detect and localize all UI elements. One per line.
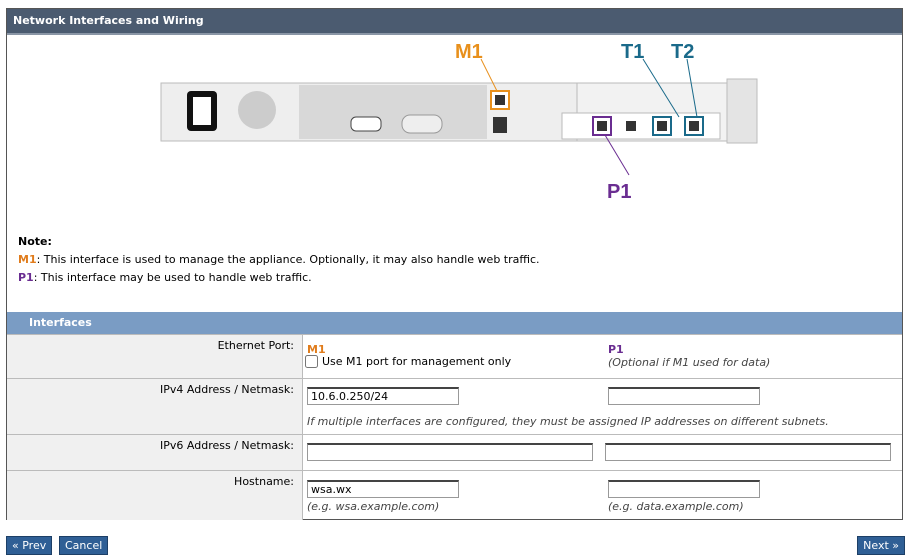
prev-button[interactable]: « Prev <box>6 536 53 555</box>
hostname-row: Hostname: (e.g. wsa.example.com) (e.g. d… <box>7 470 902 520</box>
hostname-label: Hostname: <box>7 471 303 520</box>
ethernet-port-label: Ethernet Port: <box>7 335 303 379</box>
ethernet-port-row: Ethernet Port: M1 Use M1 port for manage… <box>7 334 902 379</box>
p1-optional-hint: (Optional if M1 used for data) <box>608 356 771 369</box>
p1-header: P1 <box>608 343 624 356</box>
ipv4-row: IPv4 Address / Netmask: If multiple inte… <box>7 378 902 435</box>
p1-hostname-hint: (e.g. data.example.com) <box>608 500 744 513</box>
ipv4-subnet-hint: If multiple interfaces are configured, t… <box>307 415 829 428</box>
panel-title: Network Interfaces and Wiring <box>7 9 902 35</box>
p1-label: P1 <box>607 181 631 203</box>
m1-hostname-input[interactable] <box>307 480 459 498</box>
mgmt-only-checkbox[interactable] <box>305 355 318 368</box>
note-p1-text: : This interface may be used to handle w… <box>33 271 312 284</box>
note: Note: M1: This interface is used to mana… <box>18 233 540 287</box>
ipv6-label: IPv6 Address / Netmask: <box>7 435 303 471</box>
note-title: Note: <box>18 235 52 248</box>
note-m1-label: M1 <box>18 253 37 266</box>
m1-hostname-hint: (e.g. wsa.example.com) <box>307 500 440 513</box>
next-button[interactable]: Next » <box>857 536 905 555</box>
ipv4-label: IPv4 Address / Netmask: <box>7 379 303 435</box>
appliance-rear-diagram: M1 T1 T2 P1 <box>160 41 758 203</box>
p1-ipv4-input[interactable] <box>608 387 760 405</box>
m1-label: M1 <box>455 41 483 63</box>
cancel-button[interactable]: Cancel <box>59 536 109 555</box>
p1-ipv6-input[interactable] <box>605 443 891 461</box>
m1-ipv4-input[interactable] <box>307 387 459 405</box>
note-m1-text: : This interface is used to manage the a… <box>36 253 540 266</box>
ipv6-row: IPv6 Address / Netmask: <box>7 434 902 471</box>
t1-label: T1 <box>621 41 644 63</box>
note-p1-label: P1 <box>18 271 34 284</box>
mgmt-only-label: Use M1 port for management only <box>322 355 512 368</box>
m1-ipv6-input[interactable] <box>307 443 593 461</box>
p1-hostname-input[interactable] <box>608 480 760 498</box>
network-interfaces-panel: Network Interfaces and Wiring M1 T1 T2 P… <box>6 8 903 520</box>
mgmt-only-option[interactable]: Use M1 port for management only <box>305 355 511 368</box>
interfaces-section-header: Interfaces <box>7 312 902 334</box>
t2-label: T2 <box>671 41 694 63</box>
